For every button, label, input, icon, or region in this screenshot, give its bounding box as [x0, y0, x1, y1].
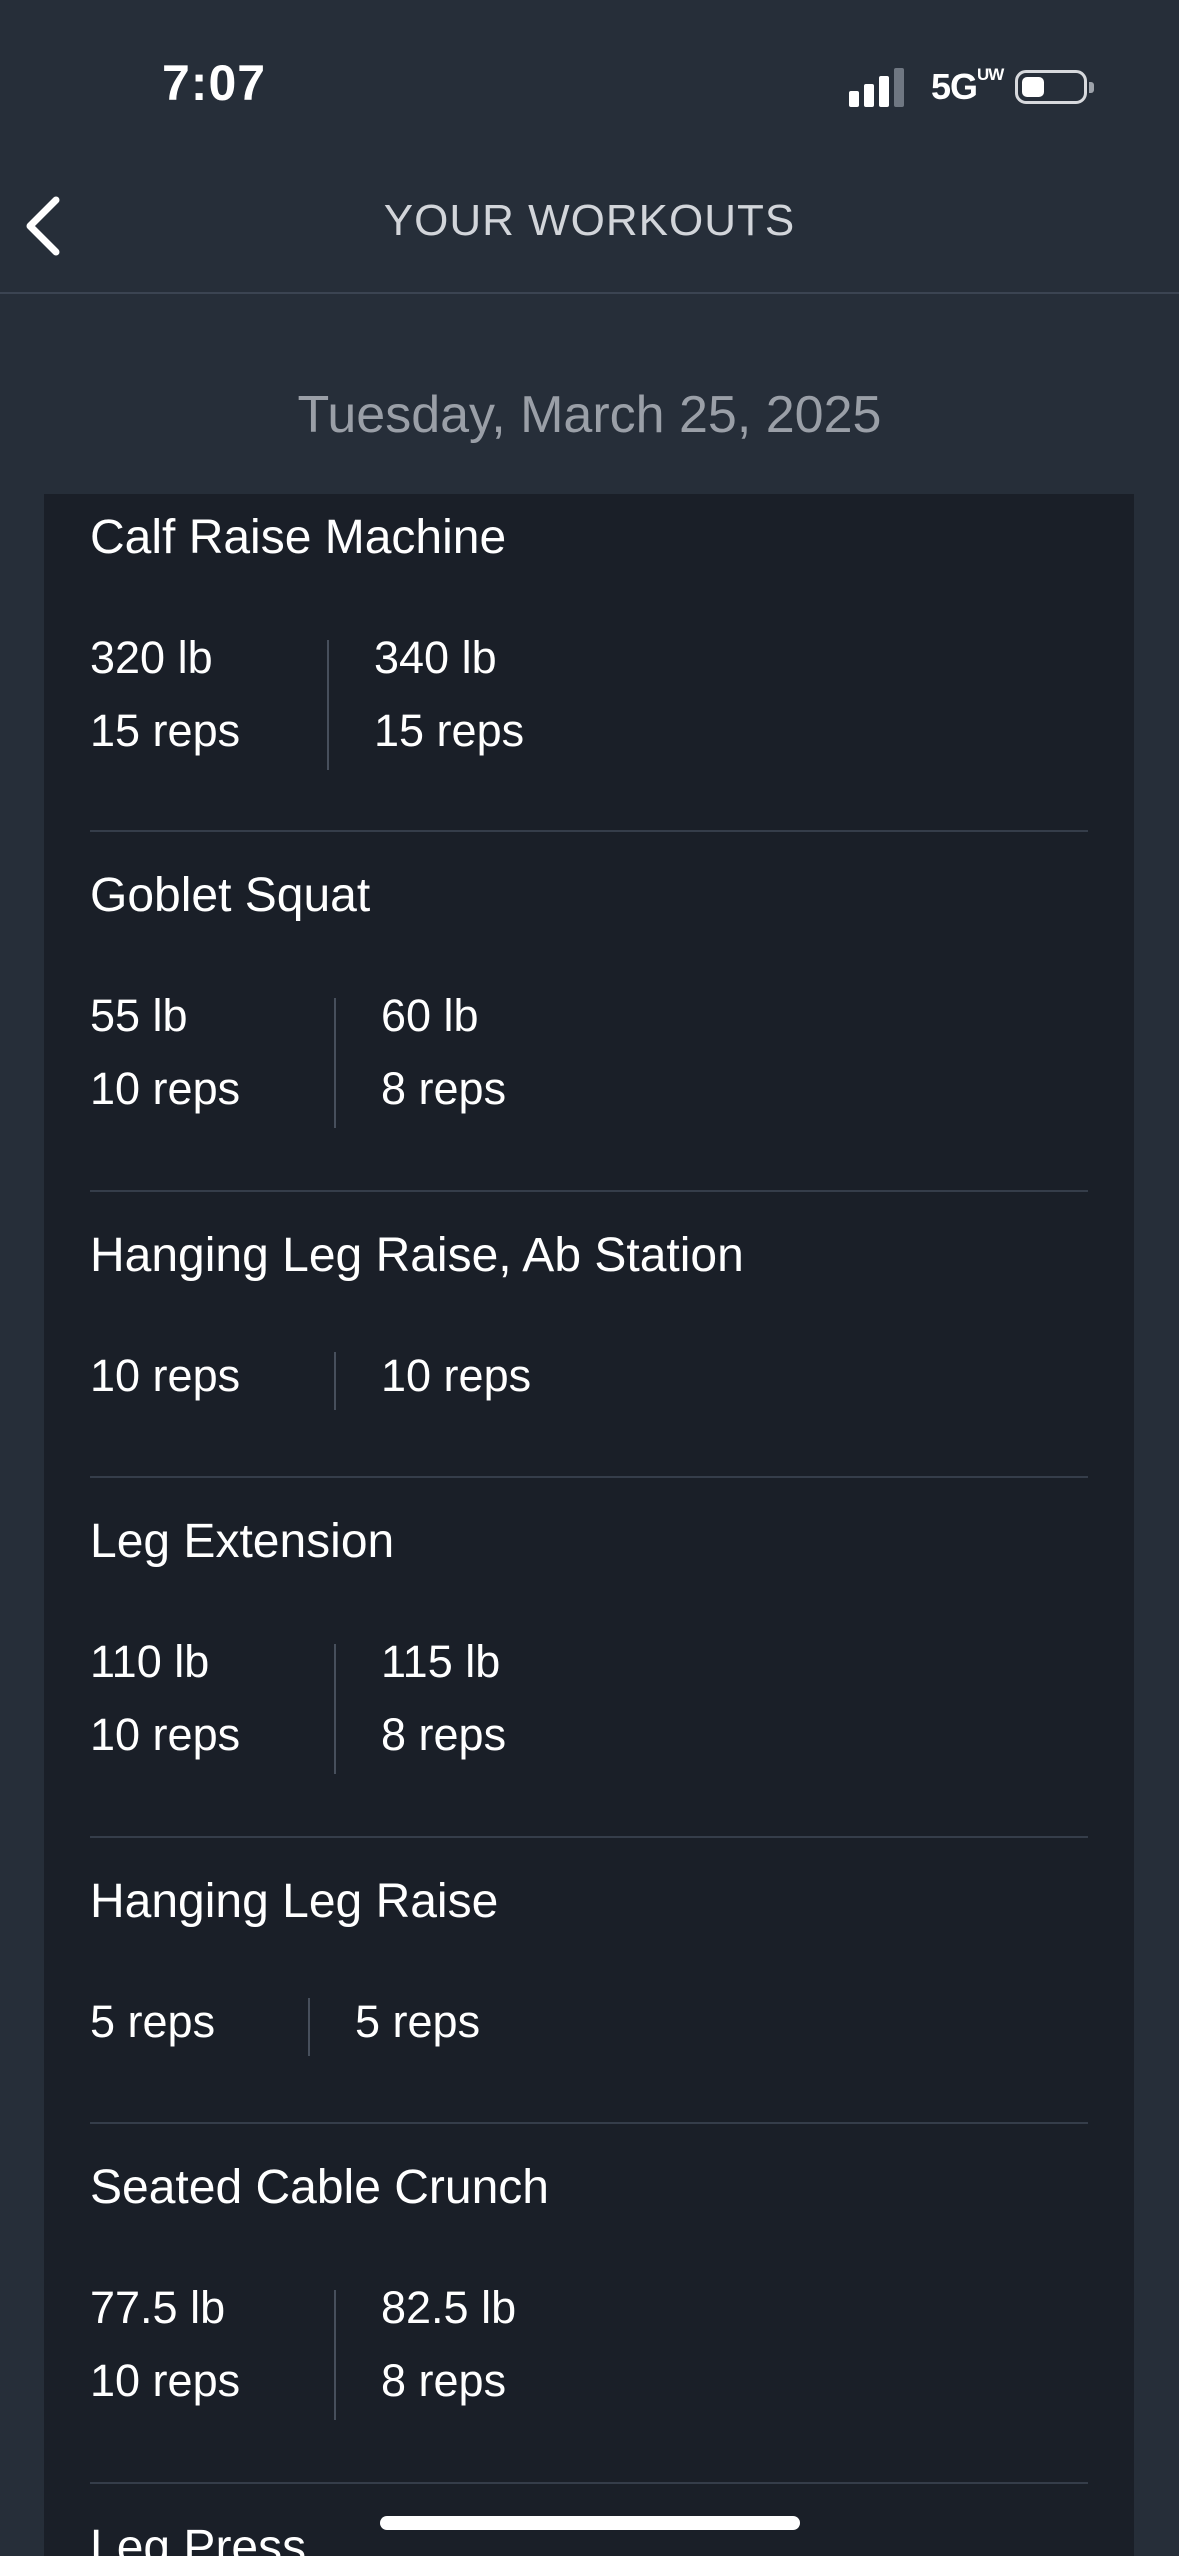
set-2: 10 reps [381, 1339, 531, 1412]
exercise-name: Hanging Leg Raise, Ab Station [90, 1229, 744, 1282]
set-reps: 8 reps [381, 1709, 507, 1760]
set-reps: 5 reps [90, 1996, 216, 2047]
workouts-screen: 7:07 5GUW YOUR WORKOUTS Tuesday, March 2… [0, 0, 1179, 2556]
exercise-name: Leg Press [90, 2521, 307, 2556]
set-reps: 8 reps [381, 2355, 507, 2406]
exercise-item[interactable]: Calf Raise Machine 320 lb 15 reps 340 lb… [90, 494, 1088, 830]
cellular-signal-icon [848, 67, 909, 107]
set-1: 5 reps [90, 1985, 215, 2058]
set-2: 5 reps [355, 1985, 480, 2058]
network-type: 5GUW [930, 65, 1004, 108]
set-weight: 115 lb [381, 1636, 501, 1687]
set-weight: 55 lb [90, 990, 188, 1041]
page-title: YOUR WORKOUTS [383, 196, 796, 245]
set-divider [334, 2290, 336, 2420]
workout-card: Calf Raise Machine 320 lb 15 reps 340 lb… [44, 494, 1134, 2556]
nav-header: YOUR WORKOUTS [0, 150, 1179, 294]
set-reps: 8 reps [381, 1063, 507, 1114]
status-bar: 7:07 5GUW [0, 0, 1179, 150]
set-divider [334, 998, 336, 1128]
set-1: 10 reps [90, 1339, 240, 1412]
exercise-name: Goblet Squat [90, 869, 371, 922]
exercise-name: Hanging Leg Raise [90, 1875, 499, 1928]
home-indicator[interactable] [380, 2516, 800, 2530]
set-reps: 15 reps [374, 705, 525, 756]
exercise-item[interactable]: Hanging Leg Raise, Ab Station 10 reps 10… [90, 1192, 1088, 1476]
exercise-name: Calf Raise Machine [90, 511, 507, 564]
set-divider [334, 1352, 336, 1410]
network-label: 5G [930, 66, 978, 107]
set-2: 60 lb 8 reps [381, 979, 506, 1125]
exercise-item[interactable]: Leg Extension 110 lb 10 reps 115 lb 8 re… [90, 1478, 1088, 1836]
set-reps: 10 reps [90, 2355, 241, 2406]
set-1: 77.5 lb 10 reps [90, 2271, 240, 2417]
set-1: 55 lb 10 reps [90, 979, 240, 1125]
set-2: 82.5 lb 8 reps [381, 2271, 516, 2417]
set-1: 110 lb 10 reps [90, 1625, 240, 1771]
set-reps: 10 reps [90, 1350, 241, 1401]
set-2: 115 lb 8 reps [381, 1625, 506, 1771]
exercise-item[interactable]: Seated Cable Crunch 77.5 lb 10 reps 82.5… [90, 2124, 1088, 2482]
exercise-name: Leg Extension [90, 1515, 395, 1568]
set-weight: 77.5 lb [90, 2282, 226, 2333]
network-superscript: UW [977, 65, 1004, 84]
set-reps: 10 reps [90, 1709, 241, 1760]
set-reps: 15 reps [90, 705, 241, 756]
exercise-name: Seated Cable Crunch [90, 2161, 549, 2214]
set-divider [308, 1998, 310, 2056]
set-2: 340 lb 15 reps [374, 621, 524, 767]
exercise-item[interactable]: Hanging Leg Raise 5 reps 5 reps [90, 1838, 1088, 2122]
set-weight: 60 lb [381, 990, 479, 1041]
set-divider [334, 1644, 336, 1774]
battery-icon [1015, 70, 1094, 104]
set-weight: 320 lb [90, 632, 213, 683]
set-reps: 10 reps [90, 1063, 241, 1114]
set-reps: 5 reps [355, 1996, 481, 2047]
set-1: 320 lb 15 reps [90, 621, 240, 767]
status-indicators: 5GUW [848, 64, 1094, 110]
set-reps: 10 reps [381, 1350, 532, 1401]
set-weight: 110 lb [90, 1636, 210, 1687]
set-weight: 82.5 lb [381, 2282, 517, 2333]
workout-date: Tuesday, March 25, 2025 [297, 386, 882, 444]
status-time: 7:07 [162, 55, 267, 111]
set-weight: 340 lb [374, 632, 497, 683]
set-divider [327, 640, 329, 770]
exercise-item[interactable]: Goblet Squat 55 lb 10 reps 60 lb 8 reps [90, 832, 1088, 1190]
